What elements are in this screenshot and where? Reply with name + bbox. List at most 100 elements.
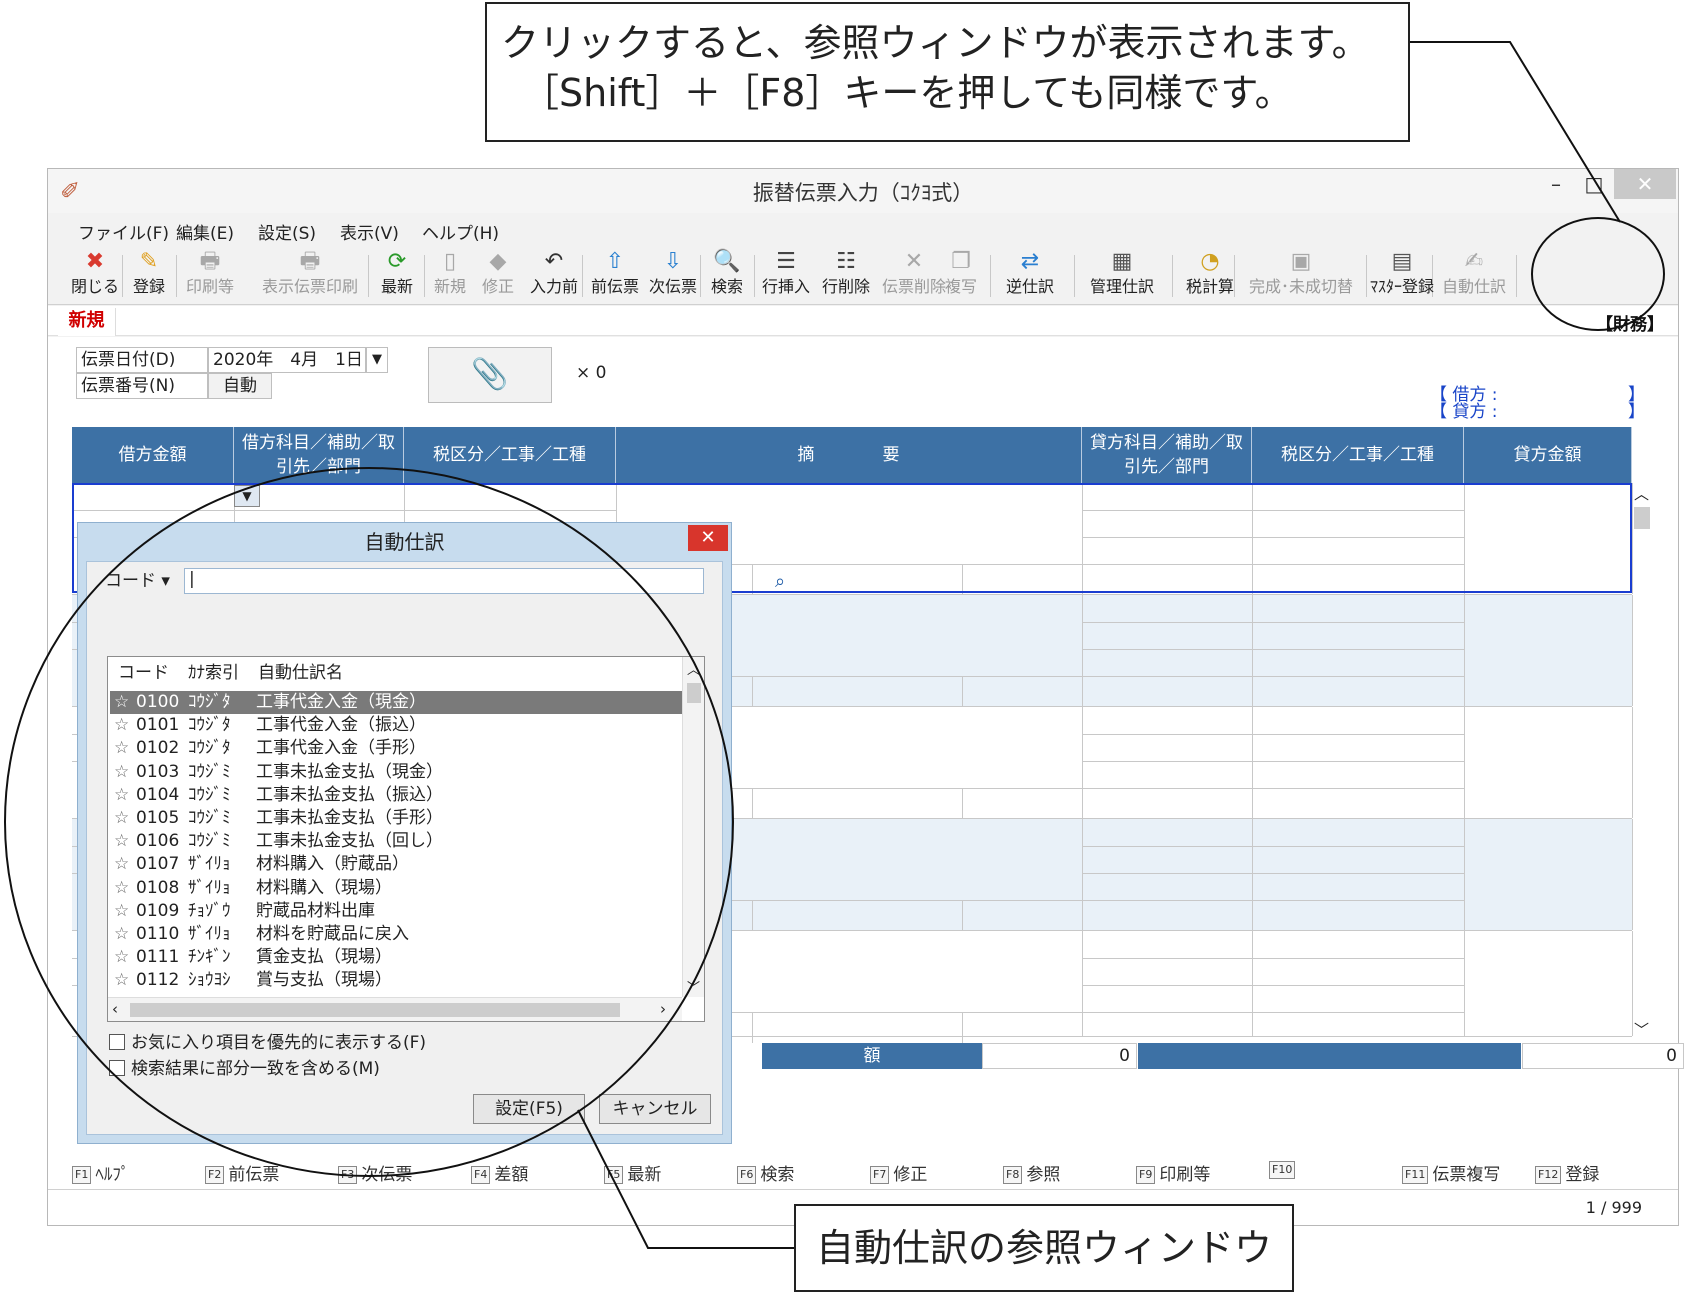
toolbar-button-6[interactable]: ◆ 修正 xyxy=(476,247,520,303)
fkey-f11[interactable]: F11 伝票複写 xyxy=(1402,1160,1500,1185)
account-dropdown-button[interactable]: ▼ xyxy=(234,485,260,507)
favorite-star-icon[interactable]: ☆ xyxy=(114,714,129,737)
toolbar-button-15[interactable]: ⇄ 逆仕訳 xyxy=(994,247,1066,303)
menu-view[interactable]: 表示(V) xyxy=(340,219,399,244)
fkey-f7[interactable]: F7 修正 xyxy=(870,1160,927,1185)
favorite-star-icon[interactable]: ☆ xyxy=(114,853,129,876)
toolbar-button-20[interactable]: ✍ 自動仕訳 xyxy=(1436,247,1512,303)
favorite-star-icon[interactable]: ☆ xyxy=(114,830,129,853)
date-field[interactable]: 2020年 4月 1日 xyxy=(208,347,366,373)
list-item[interactable]: ☆ 0107 ｻﾞｲﾘｮ 材料購入（貯蔵品） xyxy=(110,853,684,876)
list-vertical-scrollbar[interactable]: ︿ ﹀ xyxy=(682,657,704,997)
toolbar-button-0[interactable]: ✖ 閉じる xyxy=(70,247,120,303)
favorite-star-icon[interactable]: ☆ xyxy=(114,691,129,714)
fkey-f6[interactable]: F6 検索 xyxy=(737,1160,794,1185)
toolbar-button-18[interactable]: ▣ 完成･未成切替 xyxy=(1236,247,1366,303)
list-item[interactable]: ☆ 0105 ｺｳｼﾞﾐ 工事未払金支払（手形） xyxy=(110,807,684,830)
scroll-thumb[interactable] xyxy=(1634,507,1650,529)
menu-help[interactable]: ヘルプ(H) xyxy=(422,219,499,244)
fkey-f8[interactable]: F8 参照 xyxy=(1003,1160,1060,1185)
toolbar-button-12[interactable]: ☷ 行削除 xyxy=(818,247,874,303)
partial-match-checkbox[interactable]: 検索結果に部分一致を含める(M) xyxy=(109,1058,380,1080)
scroll-up-icon[interactable]: ︿ xyxy=(1634,483,1649,504)
favorite-star-icon[interactable]: ☆ xyxy=(114,877,129,900)
list-item[interactable]: ☆ 0111 ﾁﾝｷﾞﾝ 賃金支払（現場） xyxy=(110,946,684,969)
favorite-star-icon[interactable]: ☆ xyxy=(114,784,129,807)
favorite-star-icon[interactable]: ☆ xyxy=(114,807,129,830)
favorite-star-icon[interactable]: ☆ xyxy=(114,900,129,923)
toolbar-button-19[interactable]: ▤ ﾏｽﾀｰ登録 xyxy=(1368,247,1436,303)
column-name[interactable]: 自動仕訳名 xyxy=(258,657,343,689)
list-horizontal-scrollbar[interactable]: ‹ › xyxy=(108,997,682,1021)
menu-settings[interactable]: 設定(S) xyxy=(258,219,316,244)
favorite-star-icon[interactable]: ☆ xyxy=(114,737,129,760)
toolbar-button-4[interactable]: ⟳ 最新 xyxy=(372,247,422,303)
fkey-f2[interactable]: F2 前伝票 xyxy=(205,1160,279,1185)
list-item-name: 工事代金入金（現金） xyxy=(256,692,426,712)
toolbar-button-3[interactable]: 🖶 表示伝票印刷 xyxy=(248,247,372,303)
column-kana[interactable]: ｶﾅ索引 xyxy=(188,657,239,689)
toolbar-button-9[interactable]: ⇩ 次伝票 xyxy=(644,247,702,303)
scroll-up-icon[interactable]: ︿ xyxy=(687,659,700,678)
dialog-close-button[interactable]: ✕ xyxy=(688,525,728,551)
search-mode-dropdown[interactable]: コード ▾ xyxy=(91,566,181,596)
list-item[interactable]: ☆ 0103 ｺｳｼﾞﾐ 工事未払金支払（現金） xyxy=(110,761,684,784)
close-window-button[interactable]: ✕ xyxy=(1614,169,1676,199)
menu-file[interactable]: ファイル(F) xyxy=(78,219,169,244)
mode-tab-new[interactable]: 新規 xyxy=(58,308,116,336)
search-icon[interactable]: ⌕ xyxy=(765,569,795,595)
toolbar-button-7[interactable]: ↶ 入力前 xyxy=(526,247,582,303)
list-item-code: 0108 xyxy=(136,877,180,898)
maximize-button[interactable]: □ xyxy=(1576,169,1612,199)
toolbar-button-11[interactable]: ☰ 行挿入 xyxy=(758,247,814,303)
cancel-button[interactable]: キャンセル xyxy=(599,1094,711,1124)
fkey-f10[interactable]: F10 xyxy=(1269,1160,1299,1180)
favorite-star-icon[interactable]: ☆ xyxy=(114,969,129,992)
ok-button[interactable]: 設定(F5) xyxy=(473,1094,585,1124)
minimize-button[interactable]: – xyxy=(1538,169,1574,199)
attachment-clip-button[interactable]: 📎 xyxy=(428,347,552,403)
favorites-checkbox[interactable]: お気に入り項目を優先的に表示する(F) xyxy=(109,1032,426,1054)
favorite-star-icon[interactable]: ☆ xyxy=(114,761,129,784)
list-item-name: 工事未払金支払（手形） xyxy=(256,808,443,828)
scroll-left-icon[interactable]: ‹ xyxy=(112,1000,118,1018)
list-item[interactable]: ☆ 0100 ｺｳｼﾞﾀ 工事代金入金（現金） xyxy=(110,691,684,714)
fkey-f4[interactable]: F4 差額 xyxy=(471,1160,528,1185)
favorite-star-icon[interactable]: ☆ xyxy=(114,946,129,969)
toolbar-button-16[interactable]: ▦ 管理仕訳 xyxy=(1076,247,1168,303)
fkey-f9[interactable]: F9 印刷等 xyxy=(1136,1160,1210,1185)
column-code[interactable]: コード xyxy=(118,657,169,689)
favorite-star-icon[interactable]: ☆ xyxy=(114,923,129,946)
toolbar-button-2[interactable]: 🖶 印刷等 xyxy=(178,247,242,303)
checkbox-box[interactable] xyxy=(109,1034,125,1050)
toolbar-button-1[interactable]: ✎ 登録 xyxy=(126,247,172,303)
grid-line xyxy=(962,788,963,819)
list-item[interactable]: ☆ 0110 ｻﾞｲﾘｮ 材料を貯蔵品に戻入 xyxy=(110,923,684,946)
fkey-f1[interactable]: F1 ﾍﾙﾌﾟ xyxy=(72,1160,129,1185)
toolbar-button-10[interactable]: 🔍 検索 xyxy=(702,247,752,303)
fkey-f12[interactable]: F12 登録 xyxy=(1535,1160,1599,1185)
list-item[interactable]: ☆ 0108 ｻﾞｲﾘｮ 材料購入（現場） xyxy=(110,877,684,900)
fkey-f5[interactable]: F5 最新 xyxy=(604,1160,661,1185)
menu-edit[interactable]: 編集(E) xyxy=(176,219,234,244)
search-input[interactable]: | ⌕ xyxy=(184,568,785,594)
scroll-right-icon[interactable]: › xyxy=(660,1000,666,1018)
checkbox-box[interactable] xyxy=(109,1060,125,1076)
list-item[interactable]: ☆ 0112 ｼｮｳﾖｼ 賞与支払（現場） xyxy=(110,969,684,992)
list-scroll-thumb[interactable] xyxy=(687,683,701,703)
list-item[interactable]: ☆ 0104 ｺｳｼﾞﾐ 工事未払金支払（振込） xyxy=(110,784,684,807)
list-item[interactable]: ☆ 0102 ｺｳｼﾞﾀ 工事代金入金（手形） xyxy=(110,737,684,760)
date-dropdown-chevron-icon[interactable]: ▼ xyxy=(366,347,388,373)
toolbar-button-14[interactable]: ❐ 複写 xyxy=(936,247,986,303)
list-item[interactable]: ☆ 0106 ｺｳｼﾞﾐ 工事未払金支払（回し） xyxy=(110,830,684,853)
list-item[interactable]: ☆ 0109 ﾁｮｿﾞｳ 貯蔵品材料出庫 xyxy=(110,900,684,923)
scroll-down-icon[interactable]: ﹀ xyxy=(687,977,700,996)
scroll-down-icon[interactable]: ﹀ xyxy=(1634,1019,1649,1040)
toolbar-button-5[interactable]: ▯ 新規 xyxy=(428,247,472,303)
list-item[interactable]: ☆ 0101 ｺｳｼﾞﾀ 工事代金入金（振込） xyxy=(110,714,684,737)
toolbar-button-8[interactable]: ⇧ 前伝票 xyxy=(586,247,644,303)
list-hscroll-thumb[interactable] xyxy=(130,1003,620,1017)
fkey-f3[interactable]: F3 次伝票 xyxy=(338,1160,412,1185)
list-item-code: 0105 xyxy=(136,808,180,828)
grid-vertical-scrollbar[interactable]: ︿ ﹀ xyxy=(1632,483,1652,1043)
